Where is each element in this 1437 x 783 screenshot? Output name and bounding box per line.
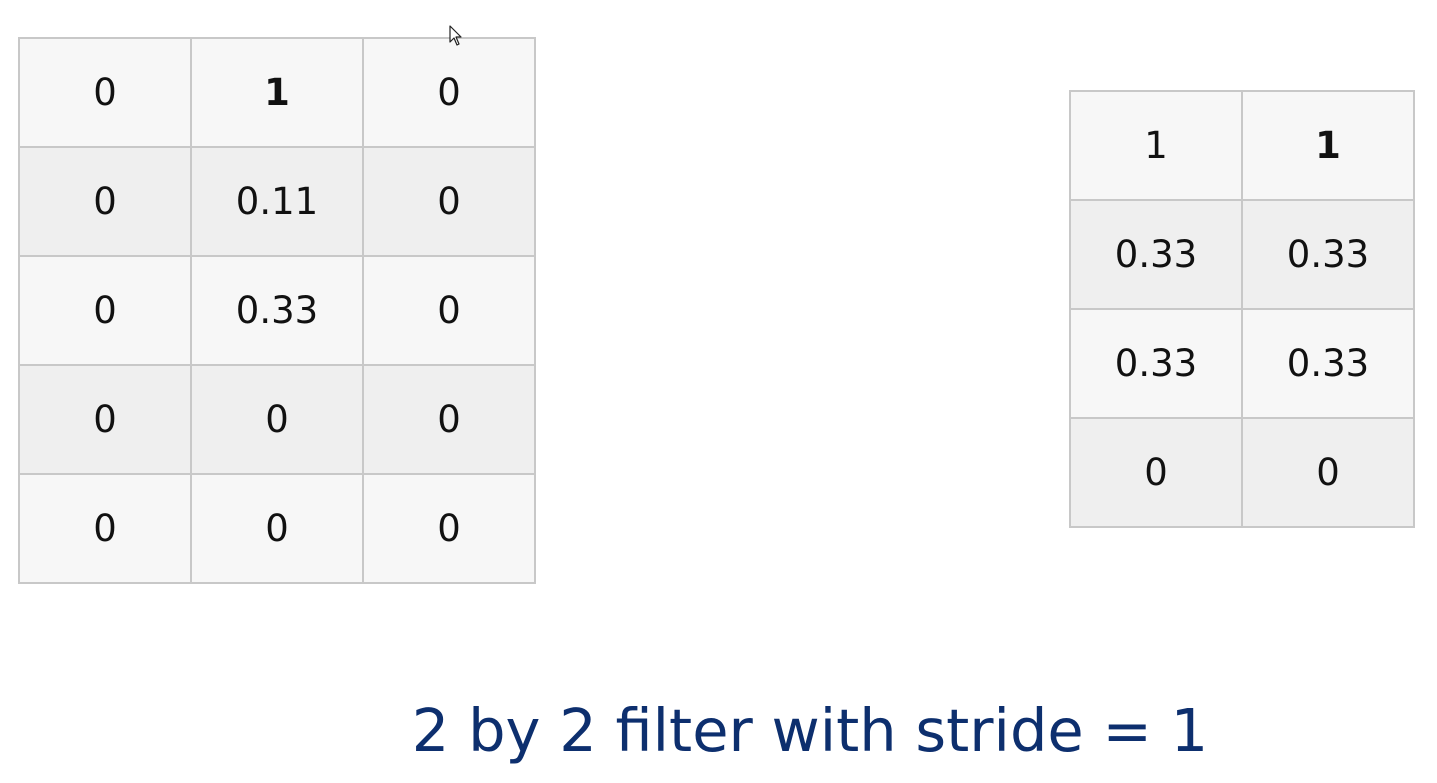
- matrix-row: 1 1: [1069, 90, 1415, 201]
- matrix-cell: 0: [362, 473, 536, 584]
- matrix-cell: 0: [18, 146, 192, 257]
- mouse-cursor-icon: [449, 25, 462, 46]
- matrix-row: 0 0 0: [18, 364, 536, 475]
- matrix-cell: 0: [1241, 417, 1415, 528]
- matrix-cell: 0: [1069, 417, 1243, 528]
- matrix-cell: 0: [362, 364, 536, 475]
- matrix-row: 0.33 0.33: [1069, 199, 1415, 310]
- slide-caption: 2 by 2 filter with stride = 1: [411, 696, 1209, 765]
- matrix-cell: 0.33: [1069, 308, 1243, 419]
- matrix-cell: 1: [1241, 90, 1415, 201]
- matrix-cell: 0: [18, 37, 192, 148]
- matrix-row: 0 1 0: [18, 37, 536, 148]
- matrix-cell: 0: [362, 146, 536, 257]
- matrix-cell: 0: [362, 37, 536, 148]
- matrix-row: 0 0 0: [18, 473, 536, 584]
- matrix-cell: 0.11: [190, 146, 364, 257]
- matrix-cell: 1: [190, 37, 364, 148]
- matrix-row: 0 0.33 0: [18, 255, 536, 366]
- matrix-cell: 0.33: [1069, 199, 1243, 310]
- output-matrix: 1 1 0.33 0.33 0.33 0.33 0 0: [1069, 90, 1415, 528]
- matrix-cell: 0: [362, 255, 536, 366]
- matrix-cell: 0: [18, 364, 192, 475]
- matrix-cell: 0: [190, 473, 364, 584]
- matrix-cell: 0: [18, 255, 192, 366]
- matrix-cell: 0: [18, 473, 192, 584]
- matrix-row: 0 0.11 0: [18, 146, 536, 257]
- input-matrix: 0 1 0 0 0.11 0 0 0.33 0 0 0 0 0 0 0: [18, 37, 536, 584]
- matrix-cell: 1: [1069, 90, 1243, 201]
- matrix-cell: 0.33: [1241, 308, 1415, 419]
- matrix-row: 0.33 0.33: [1069, 308, 1415, 419]
- matrix-cell: 0.33: [190, 255, 364, 366]
- matrix-cell: 0: [190, 364, 364, 475]
- matrix-row: 0 0: [1069, 417, 1415, 528]
- matrix-cell: 0.33: [1241, 199, 1415, 310]
